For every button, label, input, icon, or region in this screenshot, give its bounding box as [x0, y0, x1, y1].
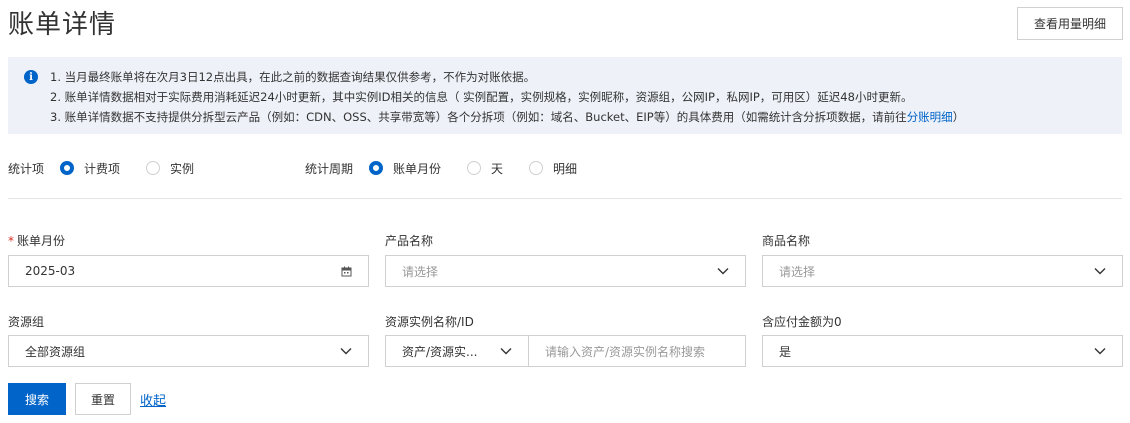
radio-label: 账单月份: [393, 161, 442, 176]
resource-group-value: 全部资源组: [25, 344, 86, 359]
section-divider: [8, 198, 1122, 199]
collapse-link[interactable]: 收起: [140, 383, 166, 415]
resource-group-select[interactable]: 全部资源组: [8, 335, 369, 367]
notice-line-3-text: 3. 账单详情数据不支持提供分拆型云产品（例如：CDN、OSS、共享带宽等）各个…: [50, 110, 907, 124]
calendar-icon: [341, 266, 352, 276]
chevron-down-icon: [500, 348, 512, 355]
radio-instance[interactable]: 实例: [146, 160, 194, 177]
product-name-label: 产品名称: [385, 234, 434, 248]
radio-billing-month[interactable]: 账单月份: [369, 160, 441, 177]
product-name-placeholder: 请选择: [402, 264, 439, 279]
stat-item-label: 统计项: [8, 161, 45, 176]
billing-month-label-text: 账单月份: [17, 234, 66, 248]
radio-label: 天: [491, 161, 504, 176]
search-button[interactable]: 搜索: [8, 383, 66, 415]
billing-month-picker[interactable]: 2025-03: [8, 255, 369, 287]
commodity-name-select[interactable]: 请选择: [762, 255, 1123, 287]
stat-period-label: 统计周期: [305, 161, 354, 176]
notice-line-3: 3. 账单详情数据不支持提供分拆型云产品（例如：CDN、OSS、共享带宽等）各个…: [50, 107, 1110, 127]
radio-label: 计费项: [84, 161, 121, 176]
chevron-down-icon: [340, 348, 352, 355]
instance-label: 资源实例名称/ID: [385, 315, 474, 329]
billing-month-label: * 账单月份: [8, 232, 65, 249]
page-title: 账单详情: [8, 10, 117, 40]
instance-search-placeholder: 请输入资产/资源实例名称搜索: [545, 344, 706, 359]
required-mark: *: [8, 234, 14, 248]
radio-day[interactable]: 天: [467, 160, 503, 177]
radio-unchecked-icon: [146, 161, 161, 175]
product-name-select[interactable]: 请选择: [385, 255, 746, 287]
chevron-down-icon: [1094, 268, 1106, 275]
instance-type-select[interactable]: 资产/资源实...: [385, 335, 529, 367]
info-icon: i: [24, 70, 38, 84]
view-usage-detail-button[interactable]: 查看用量明细: [1017, 7, 1123, 40]
radio-unchecked-icon: [529, 161, 544, 175]
notice-line-1: 1. 当月最终账单将在次月3日12点出具，在此之前的数据查询结果仅供参考，不作为…: [50, 70, 536, 84]
radio-checked-icon: [60, 161, 75, 175]
instance-search-input[interactable]: 请输入资产/资源实例名称搜索: [528, 335, 746, 367]
instance-type-value: 资产/资源实...: [402, 344, 478, 359]
stat-period-group: 统计周期 账单月份 天 明细: [305, 158, 603, 178]
billing-month-value: 2025-03: [25, 264, 76, 278]
stat-item-group: 统计项 计费项 实例: [8, 158, 220, 178]
commodity-name-placeholder: 请选择: [779, 264, 816, 279]
notice-panel: i 1. 当月最终账单将在次月3日12点出具，在此之前的数据查询结果仅供参考，不…: [8, 57, 1122, 134]
resource-group-label: 资源组: [8, 315, 45, 329]
zero-amount-label: 含应付金额为0: [762, 315, 842, 329]
notice-line-3-suffix: ）: [952, 110, 965, 124]
radio-billing-item[interactable]: 计费项: [60, 160, 120, 177]
split-detail-link[interactable]: 分账明细: [907, 110, 953, 124]
notice-line-2: 2. 账单详情数据相对于实际费用消耗延迟24小时更新，其中实例ID相关的信息（ …: [50, 90, 913, 104]
chevron-down-icon: [1094, 348, 1106, 355]
zero-amount-value: 是: [779, 344, 792, 359]
reset-button[interactable]: 重置: [75, 383, 131, 415]
zero-amount-select[interactable]: 是: [762, 335, 1123, 367]
chevron-down-icon: [717, 268, 729, 275]
radio-label: 实例: [170, 161, 195, 176]
radio-checked-icon: [369, 161, 384, 175]
radio-detail[interactable]: 明细: [529, 160, 577, 177]
radio-label: 明细: [553, 161, 578, 176]
radio-unchecked-icon: [467, 161, 482, 175]
commodity-name-label: 商品名称: [762, 234, 811, 248]
